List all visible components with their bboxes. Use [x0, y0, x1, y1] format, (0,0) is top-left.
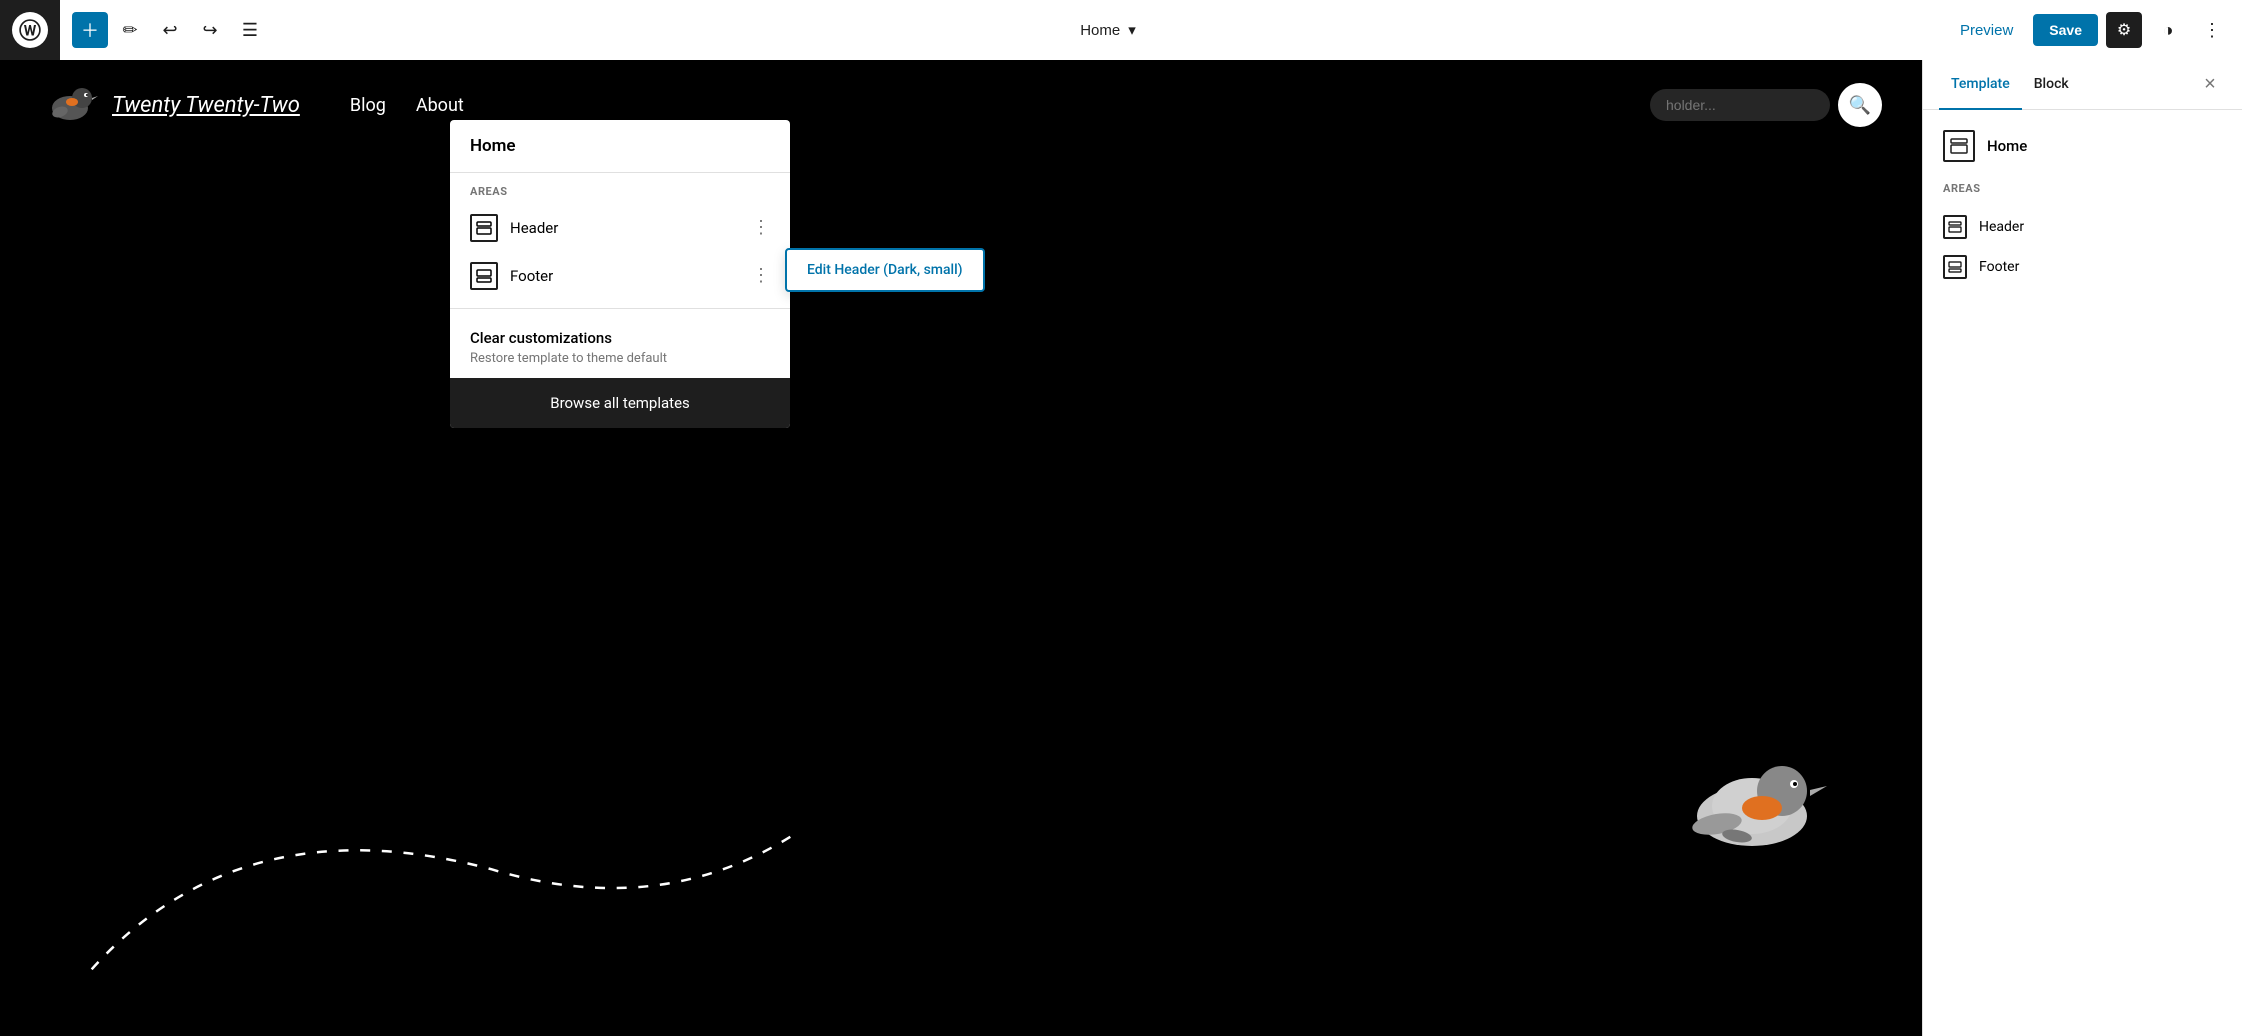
site-logo: Twenty Twenty-Two — [40, 80, 300, 130]
site-header: Twenty Twenty-Two Blog About 🔍 — [0, 60, 1922, 150]
page-title-text: Home — [1080, 22, 1120, 39]
dropdown-header-dots[interactable]: ⋮ — [752, 219, 770, 237]
svg-text:W: W — [24, 24, 37, 40]
dropdown-title: Home — [450, 120, 790, 173]
toolbar-center: Home ▾ — [272, 13, 1944, 47]
sidebar-header-name: Header — [1979, 219, 2024, 235]
dropdown-clear-sub: Restore template to theme default — [470, 351, 770, 366]
wp-logo-mark: W — [12, 12, 48, 48]
context-menu: Edit Header (Dark, small) — [785, 248, 985, 292]
bird-right-icon — [1662, 746, 1842, 876]
sidebar-footer-icon — [1943, 255, 1967, 279]
site-name: Twenty Twenty-Two — [112, 93, 300, 118]
settings-button[interactable]: ⚙ — [2106, 12, 2142, 48]
nav-blog[interactable]: Blog — [350, 95, 386, 116]
canvas-area: Twenty Twenty-Two Blog About 🔍 — [0, 60, 1922, 1036]
template-icon-svg — [1950, 138, 1968, 154]
undo-button[interactable]: ↩ — [152, 12, 188, 48]
footer-icon-svg — [476, 269, 492, 283]
dropdown-clear-title: Clear customizations — [470, 329, 770, 347]
undo-icon: ↩ — [162, 20, 177, 41]
sidebar-header-item[interactable]: Header — [1943, 207, 2222, 247]
dropdown-header-label: Header — [510, 219, 740, 237]
sidebar-areas-label: AREAS — [1943, 182, 2222, 195]
list-icon: ☰ — [242, 20, 258, 41]
dropdown-clear-section[interactable]: Clear customizations Restore template to… — [450, 317, 790, 378]
more-options-button[interactable]: ⋮ — [2194, 12, 2230, 48]
add-block-button[interactable]: ＋ — [72, 12, 108, 48]
dropdown-browse-button[interactable]: Browse all templates — [450, 378, 790, 428]
site-nav: Blog About — [350, 95, 464, 116]
sidebar-template-name: Home — [1987, 137, 2027, 155]
page-title-button[interactable]: Home ▾ — [1068, 13, 1148, 47]
sidebar-template-row: Home — [1943, 130, 2222, 162]
plus-icon: ＋ — [81, 17, 99, 43]
sidebar-close-button[interactable]: × — [2194, 69, 2226, 101]
ellipsis-vertical-icon: ⋮ — [2203, 20, 2221, 41]
dropdown-header-item[interactable]: Header ⋮ — [450, 204, 790, 252]
sidebar-footer-icon-svg — [1948, 261, 1962, 273]
sidebar-footer-item[interactable]: Footer — [1943, 247, 2222, 287]
redo-icon: ↪ — [202, 20, 217, 41]
dashed-arc-decoration — [0, 736, 900, 986]
search-input[interactable] — [1650, 89, 1830, 121]
wp-logo[interactable]: W — [0, 0, 60, 60]
edit-header-menu-item[interactable]: Edit Header (Dark, small) — [787, 250, 983, 290]
tab-template[interactable]: Template — [1939, 60, 2022, 110]
right-sidebar: Template Block × Home AREAS Header — [1922, 60, 2242, 1036]
dropdown-footer-dots[interactable]: ⋮ — [752, 267, 770, 285]
dropdown-panel: Home AREAS Header ⋮ Footer ⋮ — [450, 120, 790, 428]
toolbar-main: ＋ ✏ ↩ ↪ ☰ Home ▾ Preview Save ⚙ ◑ — [60, 0, 2242, 60]
toolbar-right: Preview Save ⚙ ◑ ⋮ — [1948, 12, 2230, 48]
footer-area-icon — [470, 262, 498, 290]
edit-mode-button[interactable]: ✏ — [112, 12, 148, 48]
header-area-icon — [470, 214, 498, 242]
dropdown-areas-label: AREAS — [450, 173, 790, 204]
tab-block[interactable]: Block — [2022, 60, 2081, 110]
sidebar-header-icon-svg — [1948, 221, 1962, 233]
sidebar-content: Home AREAS Header Footer — [1923, 110, 2242, 307]
gear-icon: ⚙ — [2117, 20, 2131, 40]
search-area: 🔍 — [1650, 83, 1882, 127]
sidebar-header-icon — [1943, 215, 1967, 239]
sidebar-template-icon — [1943, 130, 1975, 162]
toolbar: W ＋ ✏ ↩ ↪ ☰ Home ▾ Preview Save — [0, 0, 2242, 60]
redo-button[interactable]: ↪ — [192, 12, 228, 48]
dropdown-divider — [450, 308, 790, 309]
chevron-down-icon: ▾ — [1128, 21, 1136, 39]
canvas-content: Twenty Twenty-Two Blog About 🔍 — [0, 60, 1922, 1036]
pencil-icon: ✏ — [122, 20, 137, 41]
list-view-button[interactable]: ☰ — [232, 12, 268, 48]
sidebar-footer-name: Footer — [1979, 259, 2019, 275]
half-moon-icon: ◑ — [2163, 20, 2174, 41]
theme-toggle-button[interactable]: ◑ — [2150, 12, 2186, 48]
search-submit-button[interactable]: 🔍 — [1838, 83, 1882, 127]
dropdown-footer-item[interactable]: Footer ⋮ — [450, 252, 790, 300]
preview-button[interactable]: Preview — [1948, 14, 2025, 47]
logo-bird-icon — [40, 80, 100, 130]
header-icon-svg — [476, 221, 492, 235]
save-button[interactable]: Save — [2033, 14, 2098, 46]
search-icon: 🔍 — [1849, 95, 1871, 116]
canvas-bird-right — [1662, 746, 1842, 876]
sidebar-tabs: Template Block × — [1923, 60, 2242, 110]
dropdown-footer-label: Footer — [510, 267, 740, 285]
nav-about[interactable]: About — [416, 95, 464, 116]
